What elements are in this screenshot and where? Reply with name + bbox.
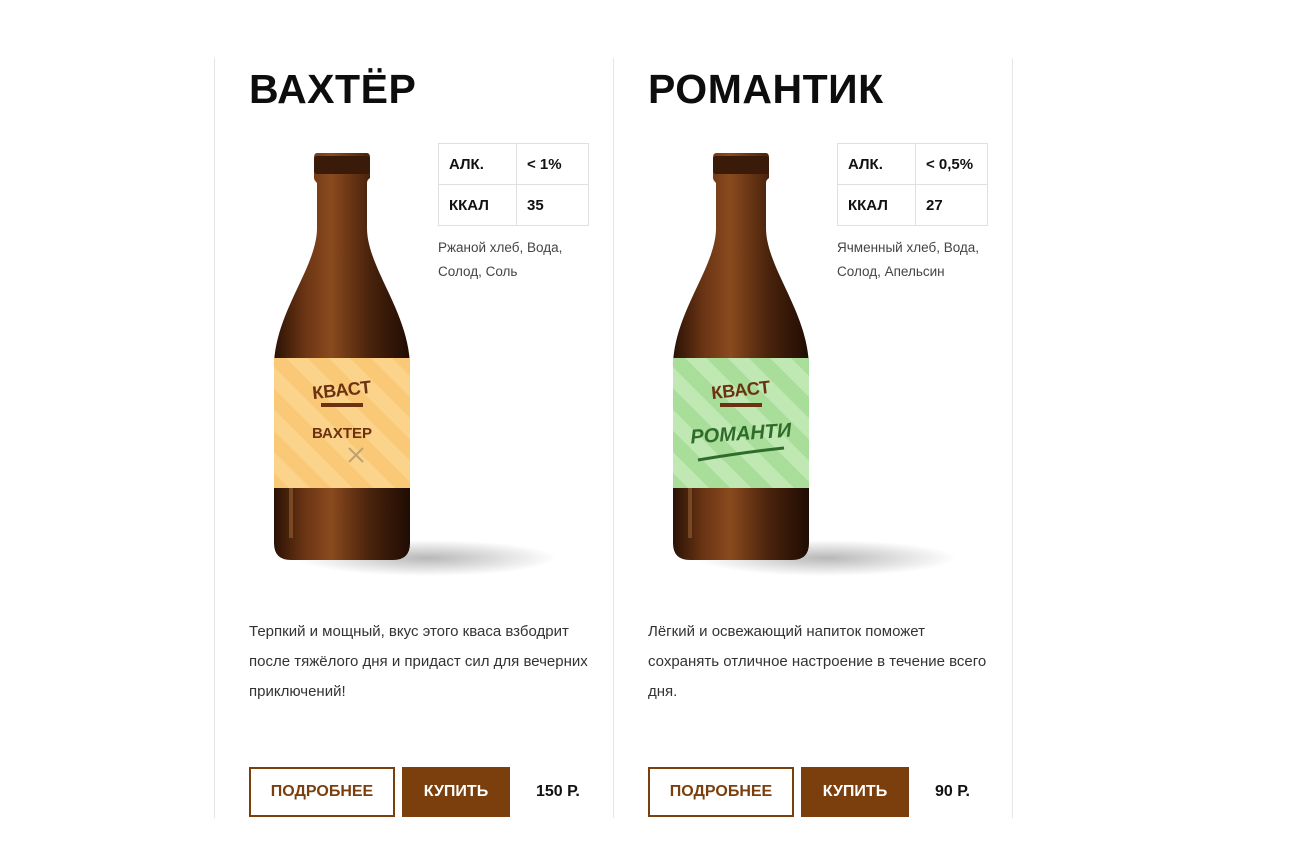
spec-value: < 0,5% (915, 143, 988, 185)
buy-button[interactable]: КУПИТЬ (402, 767, 510, 817)
product-description: Терпкий и мощный, вкус этого кваса взбод… (249, 623, 588, 700)
spec-label: АЛК. (438, 143, 517, 185)
divider-left (214, 58, 215, 818)
bottle-label-name: ВАХТЕР (312, 425, 372, 442)
spec-row-kcal: ККАЛ 27 (837, 184, 988, 226)
ingredients-text: Ячменный хлеб, Вода, Солод, Апельсин (837, 240, 980, 279)
spec-value: < 1% (516, 143, 589, 185)
spec-label: АЛК. (837, 143, 916, 185)
product-title: РОМАНТИК (648, 66, 884, 112)
more-button[interactable]: ПОДРОБНЕЕ (648, 767, 794, 817)
specs-table: АЛК. < 1% ККАЛ 35 (438, 143, 589, 226)
product-price: 150 Р. (536, 783, 580, 800)
buy-button[interactable]: КУПИТЬ (801, 767, 909, 817)
more-button[interactable]: ПОДРОБНЕЕ (249, 767, 395, 817)
product-card-vakhter: ВАХТЁР КВАСТ ВАХТЕР АЛК. < 1% ККАЛ 35 Рж… (249, 58, 589, 851)
spec-value: 27 (915, 184, 988, 226)
spec-value: 35 (516, 184, 589, 226)
spec-label: ККАЛ (438, 184, 517, 226)
specs-table: АЛК. < 0,5% ККАЛ 27 (837, 143, 988, 226)
product-title: ВАХТЁР (249, 66, 417, 112)
product-card-romantik: РОМАНТИК КВАСТ РОМАНТИ АЛК. < 0,5% ККАЛ … (648, 58, 988, 851)
product-description: Лёгкий и освежающий напиток поможет сохр… (648, 623, 987, 700)
bottle-label (274, 358, 410, 488)
spec-row-alc: АЛК. < 0,5% (837, 143, 988, 185)
spec-row-kcal: ККАЛ 35 (438, 184, 589, 226)
product-price: 90 Р. (935, 783, 970, 800)
spec-row-alc: АЛК. < 1% (438, 143, 589, 185)
spec-label: ККАЛ (837, 184, 916, 226)
divider-middle (613, 58, 614, 818)
ingredients-text: Ржаной хлеб, Вода, Солод, Соль (438, 240, 563, 279)
divider-right (1012, 58, 1013, 818)
